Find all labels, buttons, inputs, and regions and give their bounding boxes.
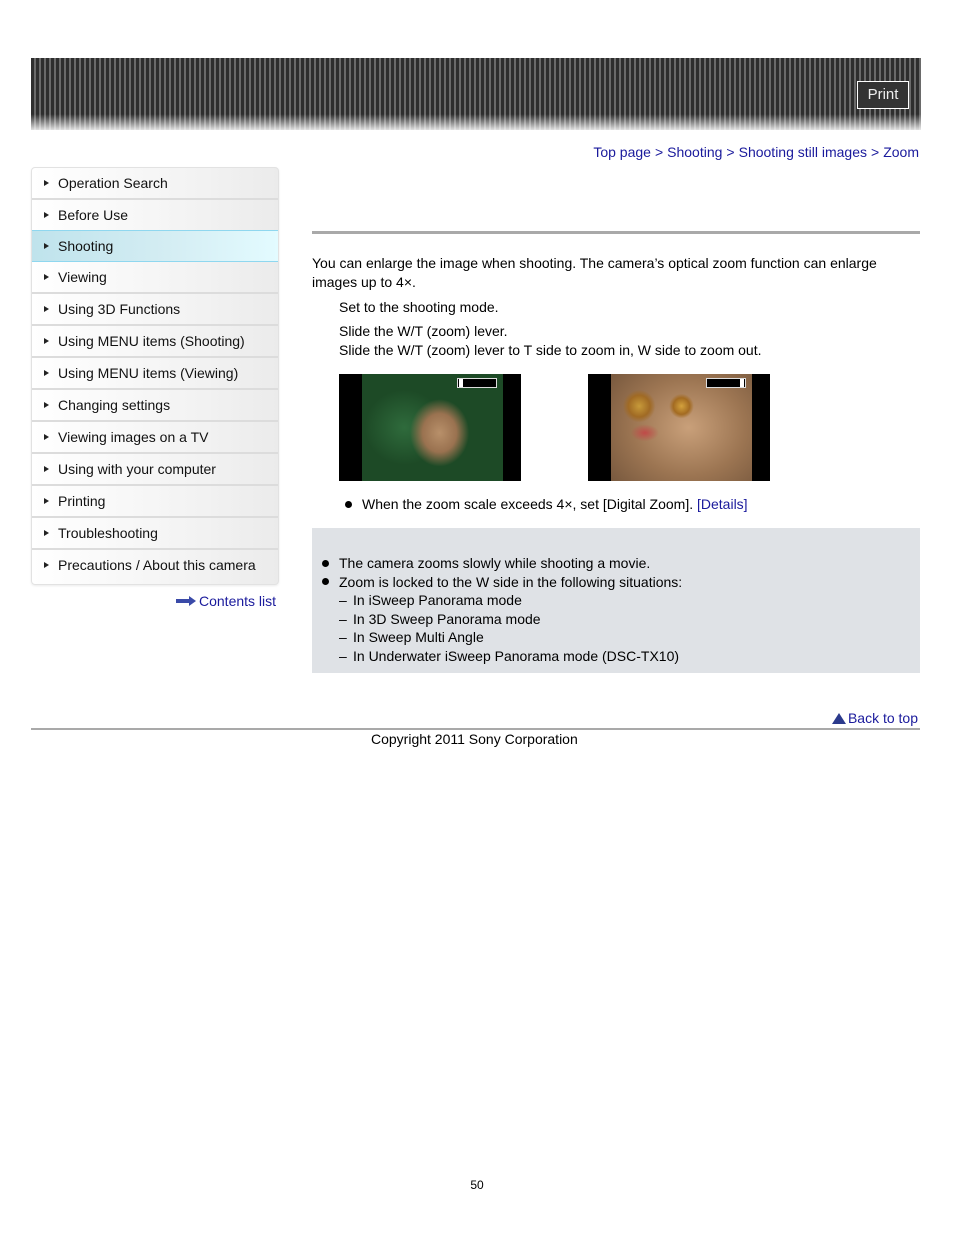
sidebar-item-printing[interactable]: Printing (32, 486, 278, 518)
note-item: Zoom is locked to the W side in the foll… (322, 573, 682, 592)
sidebar-item-troubleshooting[interactable]: Troubleshooting (32, 518, 278, 550)
details-link[interactable]: [Details] (697, 496, 748, 512)
triangle-right-icon (44, 498, 49, 504)
triangle-right-icon (44, 370, 49, 376)
sidebar-item-label: Precautions / About this camera (58, 557, 256, 573)
sidebar-item-using-3d-functions[interactable]: Using 3D Functions (32, 294, 278, 326)
sidebar-item-label: Using 3D Functions (58, 301, 181, 317)
triangle-right-icon (44, 530, 49, 536)
note-sub-item: – In iSweep Panorama mode (339, 592, 522, 608)
sidebar-item-using-with-computer[interactable]: Using with your computer (32, 454, 278, 486)
sidebar-item-label: Before Use (58, 207, 129, 223)
sidebar-item-viewing[interactable]: Viewing (32, 262, 278, 294)
header-banner: Print (31, 58, 921, 130)
notes-box: The camera zooms slowly while shooting a… (312, 528, 920, 673)
bullet-icon (322, 578, 329, 586)
triangle-right-icon (44, 180, 49, 186)
triangle-right-icon (44, 306, 49, 312)
sidebar-item-label: Viewing (58, 269, 107, 285)
note-sub-item: – In Sweep Multi Angle (339, 629, 484, 645)
dash-icon: – (339, 629, 347, 645)
zoom-indicator (457, 378, 497, 388)
digital-zoom-tip: When the zoom scale exceeds 4×, set [Dig… (345, 495, 748, 514)
zoom-marker (740, 379, 744, 387)
tip-text: When the zoom scale exceeds 4×, set [Dig… (362, 496, 694, 512)
dash-icon: – (339, 592, 347, 608)
breadcrumb-separator: > (654, 144, 664, 160)
cat-image-tele (611, 374, 752, 481)
sidebar-item-label: Operation Search (58, 175, 168, 191)
triangle-up-icon (831, 712, 846, 724)
sidebar-item-label: Troubleshooting (58, 525, 158, 541)
sidebar-item-label: Using with your computer (58, 461, 216, 477)
zoom-marker (459, 379, 463, 387)
step-2-detail: Slide the W/T (zoom) lever to T side to … (339, 342, 762, 358)
sidebar-item-changing-settings[interactable]: Changing settings (32, 390, 278, 422)
sidebar-item-label: Printing (58, 493, 106, 509)
note-item: The camera zooms slowly while shooting a… (322, 554, 682, 573)
triangle-right-icon (44, 243, 49, 249)
sidebar-item-menu-viewing[interactable]: Using MENU items (Viewing) (32, 358, 278, 390)
triangle-right-icon (44, 338, 49, 344)
sidebar-item-label: Shooting (58, 238, 114, 254)
breadcrumb-separator: > (871, 144, 880, 160)
copyright-text: Copyright 2011 Sony Corporation (371, 731, 578, 747)
triangle-right-icon (44, 466, 49, 472)
contents-list-link[interactable]: Contents list (176, 593, 276, 609)
title-divider (312, 231, 920, 234)
dash-icon: – (339, 647, 347, 664)
sidebar-item-shooting[interactable]: Shooting (32, 230, 278, 262)
step-2: Slide the W/T (zoom) lever. Slide the W/… (339, 322, 762, 360)
sidebar-item-label: Changing settings (58, 397, 171, 413)
sidebar-item-label: Viewing images on a TV (58, 429, 209, 445)
triangle-right-icon (44, 562, 49, 568)
cat-image-wide (362, 374, 503, 481)
breadcrumb-separator: > (726, 144, 735, 160)
sidebar-item-viewing-on-tv[interactable]: Viewing images on a TV (32, 422, 278, 454)
step-2-title: Slide the W/T (zoom) lever. (339, 323, 508, 339)
bullet-icon (322, 559, 329, 567)
breadcrumb-shooting-still-images[interactable]: Shooting still images (739, 144, 867, 160)
bullet-icon (345, 500, 352, 508)
print-button[interactable]: Print (857, 81, 909, 109)
triangle-right-icon (44, 212, 49, 218)
photo-tele-side (588, 374, 770, 481)
breadcrumb-shooting[interactable]: Shooting (667, 144, 722, 160)
back-to-top-label: Back to top (847, 710, 918, 726)
step-1: Set to the shooting mode. (339, 299, 499, 315)
contents-list-label: Contents list (199, 593, 277, 609)
sidebar-nav: Operation Search Before Use Shooting Vie… (31, 167, 279, 585)
note-sub-item: – In Underwater iSweep Panorama mode (DSC… (339, 647, 680, 664)
sidebar-item-before-use[interactable]: Before Use (32, 200, 278, 232)
sidebar-item-label: Using MENU items (Viewing) (58, 365, 239, 381)
page-number: 50 (470, 1178, 484, 1192)
zoom-indicator (706, 378, 746, 388)
sidebar-item-label: Using MENU items (Shooting) (58, 333, 245, 349)
breadcrumb: Top page > Shooting > Shooting still images >… (593, 144, 919, 160)
sidebar-item-precautions[interactable]: Precautions / About this camera (32, 550, 278, 580)
back-to-top-link[interactable]: Back to top (831, 710, 918, 726)
dash-icon: – (339, 610, 347, 627)
breadcrumb-zoom[interactable]: Zoom (883, 144, 919, 160)
sidebar-item-menu-shooting[interactable]: Using MENU items (Shooting) (32, 326, 278, 358)
arrow-right-icon (176, 596, 196, 606)
triangle-right-icon (44, 434, 49, 440)
intro-paragraph: You can enlarge the image when shooting.… (312, 255, 877, 290)
sidebar-item-operation-search[interactable]: Operation Search (32, 168, 278, 200)
triangle-right-icon (44, 274, 49, 280)
breadcrumb-top-page[interactable]: Top page (593, 144, 651, 160)
note-sub-item: – In 3D Sweep Panorama mode (339, 610, 541, 627)
photo-wide-side (339, 374, 521, 481)
triangle-right-icon (44, 402, 49, 408)
